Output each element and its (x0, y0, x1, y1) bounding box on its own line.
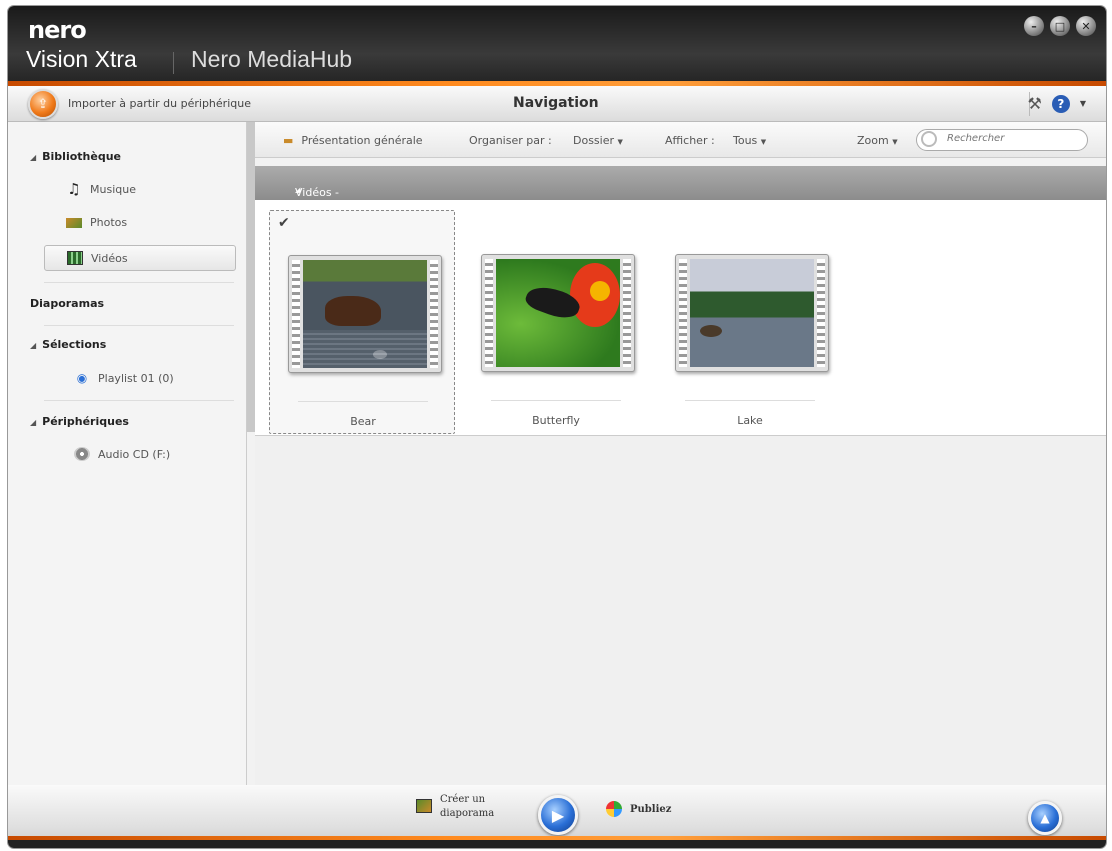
content-toolbar: ▬ Présentation générale Organiser par : D… (255, 122, 1106, 158)
brand-logo: nero (28, 16, 87, 44)
checkmark-icon[interactable]: ✔ (278, 215, 290, 231)
slideshow-icon (416, 799, 432, 813)
collapse-arrow-icon[interactable]: ◢ (30, 418, 36, 427)
hammer-icon[interactable]: ⚒ (1028, 94, 1042, 113)
sidebar-divider (44, 400, 234, 401)
film-icon (67, 251, 83, 265)
hub-name[interactable]: Nero MediaHub (191, 46, 352, 73)
video-title: Lake (737, 414, 763, 427)
sidebar-item-music[interactable]: ♫ Musique (66, 180, 136, 198)
video-thumbnail[interactable] (481, 254, 635, 372)
video-grid: ✔ Bear Butterfly Lake (255, 200, 1106, 436)
chevron-down-icon: ▼ (760, 138, 767, 146)
sidebar-item-playlist[interactable]: ◉ Playlist 01 (0) (74, 371, 174, 385)
videos-group-header[interactable]: ◢Vidéos - (3 Éléments) (255, 166, 1106, 225)
butterfly-thumbnail-image (496, 259, 620, 367)
video-tile-butterfly[interactable]: Butterfly (463, 210, 649, 434)
music-note-icon: ♫ (67, 180, 81, 198)
sidebar-item-audio-cd[interactable]: Audio CD (F:) (74, 447, 170, 461)
video-thumbnail[interactable] (288, 255, 442, 373)
video-tile-lake[interactable]: Lake (657, 210, 843, 434)
search-box[interactable] (916, 129, 1088, 151)
maximize-icon[interactable]: □ (1050, 16, 1070, 36)
organize-dropdown[interactable]: Dossier ▼ (573, 134, 623, 147)
overview-button[interactable]: ▬ Présentation générale (283, 134, 423, 147)
content-empty-area (255, 436, 1106, 785)
organize-label: Organiser par : (469, 134, 552, 147)
show-label: Afficher : (665, 134, 715, 147)
bottom-edge (8, 840, 1106, 848)
show-dropdown[interactable]: Tous ▼ (733, 134, 766, 147)
sidebar-divider (44, 325, 234, 326)
sidebar-section-devices[interactable]: ◢ Périphériques (30, 415, 129, 428)
collapse-arrow-icon[interactable]: ◢ (30, 341, 36, 350)
close-icon[interactable]: ✕ (1076, 16, 1096, 36)
tile-divider (491, 400, 621, 401)
scroll-up-icon[interactable]: ▲ (1028, 801, 1062, 835)
import-device-button[interactable]: Importer à partir du périphérique (68, 97, 251, 110)
app-name: Vision Xtra (26, 46, 137, 72)
tile-divider (685, 400, 815, 401)
nav-tools: ⚒ ? ▼ (1028, 94, 1087, 113)
help-dropdown-icon[interactable]: ▼ (1080, 99, 1086, 108)
chevron-down-icon: ▼ (892, 138, 898, 146)
flower-center (590, 281, 610, 301)
video-title: Butterfly (532, 414, 580, 427)
sidebar-divider (44, 282, 234, 283)
overview-icon: ▬ (283, 134, 294, 147)
zoom-dropdown[interactable]: Zoom ▼ (857, 134, 898, 147)
tile-divider (298, 401, 428, 402)
window-controls: – □ ✕ (1024, 16, 1096, 36)
sidebar: ◢ Bibliothèque ♫ Musique Photos Vidéos Dia… (8, 122, 247, 785)
sidebar-section-library[interactable]: ◢ Bibliothèque (30, 150, 121, 163)
create-slideshow-label: Créer un diaporama (440, 794, 495, 819)
cd-icon (74, 447, 90, 461)
sidebar-item-photos[interactable]: Photos (66, 216, 127, 229)
video-title: Bear (350, 415, 376, 428)
title-bar: nero Vision Xtra Nero MediaHub – □ ✕ (8, 6, 1106, 86)
publish-button[interactable]: Publiez (606, 801, 671, 817)
playlist-icon: ◉ (76, 371, 88, 385)
photos-icon (66, 217, 82, 228)
sidebar-section-slideshows[interactable]: Diaporamas (30, 297, 104, 310)
import-device-icon[interactable]: ⇪ (28, 89, 58, 119)
navigation-bar: ⇪ Importer à partir du périphérique Navi… (8, 86, 1106, 122)
sidebar-section-selections[interactable]: ◢ Sélections (30, 338, 106, 351)
search-icon (921, 131, 937, 147)
rock-figure (700, 325, 722, 337)
sidebar-item-videos[interactable]: Vidéos (44, 245, 236, 271)
video-thumbnail[interactable] (675, 254, 829, 372)
title-separator (173, 52, 174, 74)
chevron-down-icon: ▼ (617, 138, 623, 146)
video-tile-bear[interactable]: ✔ Bear (269, 210, 455, 434)
help-icon[interactable]: ? (1051, 94, 1070, 113)
create-slideshow-button[interactable]: Créer un diaporama (416, 793, 494, 821)
water-ripples (303, 330, 427, 368)
sidebar-scrollbar[interactable] (247, 122, 255, 432)
bottom-action-bar: Créer un diaporama ▶ Publiez ▲ (8, 785, 1106, 848)
app-window: nero Vision Xtra Nero MediaHub – □ ✕ ⇪ I… (8, 6, 1106, 848)
collapse-arrow-icon[interactable]: ◢ (30, 153, 36, 162)
search-input[interactable] (947, 133, 1077, 144)
publish-icon (606, 801, 622, 817)
page-title: Navigation (513, 95, 599, 111)
bear-thumbnail-image (303, 260, 427, 368)
lake-thumbnail-image (690, 259, 814, 367)
bear-figure (325, 296, 381, 326)
minimize-icon[interactable]: – (1024, 16, 1044, 36)
play-icon[interactable]: ▶ (538, 795, 578, 835)
